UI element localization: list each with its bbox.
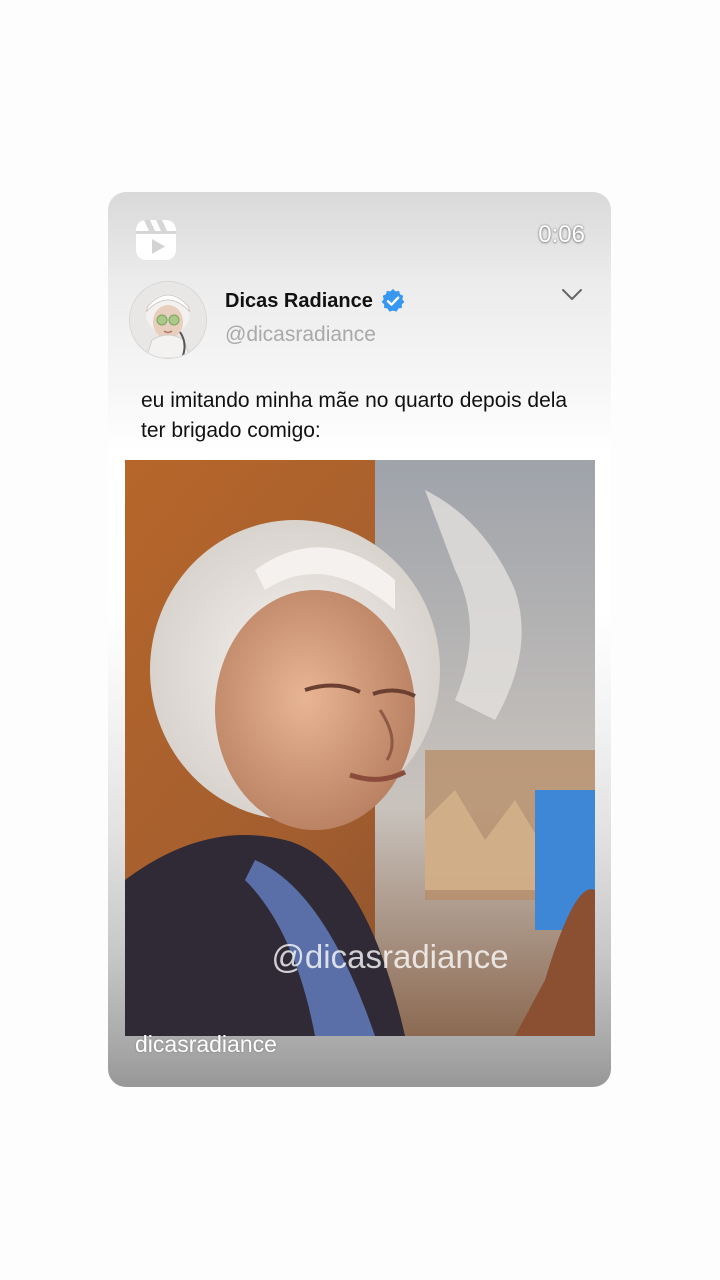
reels-icon xyxy=(136,220,176,260)
verified-badge-icon xyxy=(381,289,405,312)
video-duration: 0:06 xyxy=(538,221,585,248)
avatar[interactable] xyxy=(129,281,207,359)
video-frame[interactable]: @dicasradiance xyxy=(125,460,595,1036)
post-caption: eu imitando minha mãe no quarto depois d… xyxy=(141,389,568,442)
video-watermark: @dicasradiance xyxy=(271,938,509,975)
author-name-row[interactable]: Dicas Radiance xyxy=(225,288,406,314)
avatar-image xyxy=(130,282,206,358)
chevron-down-icon[interactable] xyxy=(561,288,583,302)
post-card[interactable]: 0:06 Dicas Radiance @dicasradiance eu im… xyxy=(108,192,611,1087)
author-name[interactable]: Dicas Radiance xyxy=(225,290,373,313)
author-handle[interactable]: @dicasradiance xyxy=(225,323,376,347)
footer-username: dicasradiance xyxy=(135,1031,277,1057)
